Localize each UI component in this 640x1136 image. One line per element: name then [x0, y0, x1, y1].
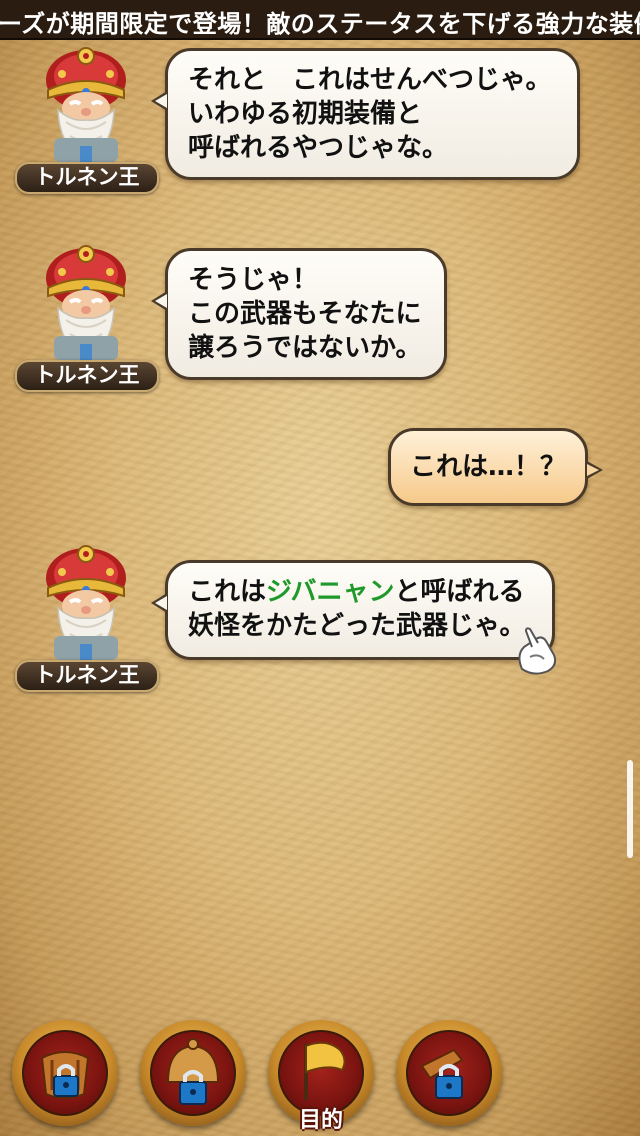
armor-menu-button[interactable]	[12, 1020, 118, 1126]
ticker-text: ーズが期間限定で登場！敵のステータスを下げる強力な装備	[0, 10, 640, 38]
helmet-menu-button[interactable]	[140, 1020, 246, 1126]
speaker-nameplate: トルネン王	[15, 360, 159, 392]
bubble-line: そうじゃ！	[188, 265, 319, 295]
locked-item-icon	[420, 1048, 464, 1099]
speech-bubble: これはジバニャンと呼ばれる 妖怪をかたどった武器じゃ。	[151, 560, 555, 660]
bubble-line: 妖怪をかたどった武器じゃ。	[188, 611, 526, 641]
bubble-line: これはジバニャンと呼ばれる	[188, 577, 525, 607]
bubble-line: 譲ろうではないか。	[188, 333, 422, 363]
locked-helmet-icon	[166, 1038, 220, 1105]
speaker-nameplate: トルネン王	[15, 660, 159, 692]
news-ticker[interactable]: ーズが期間限定で登場！敵のステータスを下げる強力な装備	[0, 0, 640, 40]
bubble-line: いわゆる初期装備と	[188, 99, 423, 129]
player-line: これは…！？	[409, 452, 566, 482]
king-avatar	[40, 240, 132, 360]
king-avatar	[40, 42, 132, 162]
continue-hand-icon[interactable]	[512, 625, 560, 677]
bubble-line: 呼ばれるやつじゃな。	[188, 133, 449, 163]
speaker-nameplate: トルネン王	[15, 162, 159, 194]
player-speech-bubble: これは…！？	[388, 428, 603, 506]
bubble-line: それと これはせんべつじゃ。	[188, 65, 552, 95]
locked-armor-icon	[40, 1051, 90, 1099]
objective-menu-button[interactable]: 目的	[268, 1020, 374, 1133]
king-portrait-icon	[44, 244, 128, 360]
item-menu-button[interactable]	[396, 1020, 502, 1126]
king-portrait-icon	[44, 46, 128, 162]
objective-label: 目的	[298, 1108, 343, 1133]
chat-scrollbar[interactable]	[627, 760, 633, 858]
highlighted-yokai-name: ジバニャン	[266, 577, 395, 607]
speech-bubble: それと これはせんべつじゃ。 いわゆる初期装備と 呼ばれるやつじゃな。	[151, 48, 580, 180]
king-portrait-icon	[44, 544, 128, 660]
speech-bubble: そうじゃ！ この武器もそなたに 譲ろうではないか。	[151, 248, 447, 380]
bubble-line: この武器もそなたに	[188, 299, 422, 329]
king-avatar	[40, 540, 132, 660]
